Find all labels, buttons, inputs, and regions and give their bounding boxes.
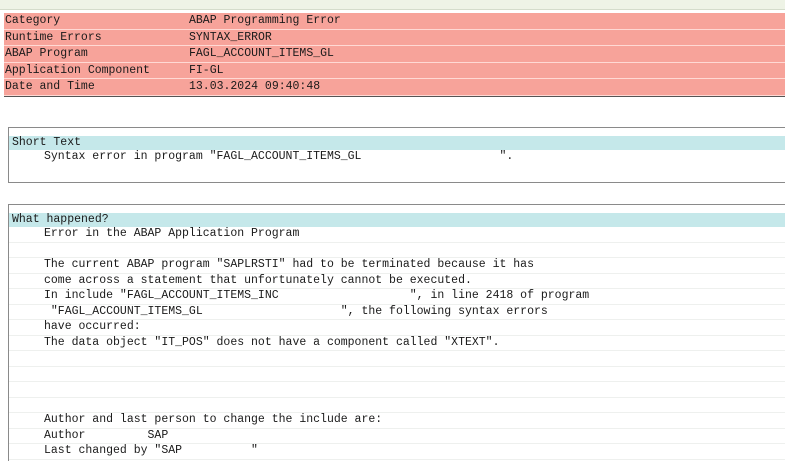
text-line: Error in the ABAP Application Program [9,227,785,243]
text-line: come across a statement that unfortunate… [9,274,785,289]
section-title: What happened? [9,213,785,227]
header-separator [4,96,785,97]
header-value: 13.03.2024 09:40:48 [189,80,321,93]
text-line [9,382,785,398]
header-key: ABAP Program [5,47,88,60]
header-value: SYNTAX_ERROR [189,30,272,44]
what-happened-section: What happened? Error in the ABAP Applica… [8,204,785,461]
short-text-section: Short Text Syntax error in program "FAGL… [8,127,785,183]
header-row-abap-program: ABAP Program FAGL_ACCOUNT_ITEMS_GL [4,46,785,63]
text-line [9,351,785,367]
text-line: The current ABAP program "SAPLRSTI" had … [9,258,785,274]
header-row-application-component: Application Component FI-GL [4,62,785,79]
text-line: In include "FAGL_ACCOUNT_ITEMS_INC ", in… [9,289,785,305]
header-key: Category [5,14,61,27]
text-line: Syntax error in program "FAGL_ACCOUNT_IT… [44,150,514,163]
header-row-category: Category ABAP Programming Error [4,13,785,30]
header-value: FAGL_ACCOUNT_ITEMS_GL [189,47,334,60]
header-row-runtime-errors: Runtime Errors SYNTAX_ERROR [4,29,785,46]
section-title: Short Text [9,136,785,150]
header-row-date-time: Date and Time 13.03.2024 09:40:48 [4,79,785,96]
header-key: Date and Time [5,80,95,93]
text-line [9,243,785,258]
header-value: FI-GL [189,63,224,77]
text-line: Author and last person to change the inc… [9,413,785,429]
text-line: have occurred: [9,320,785,336]
header-key: Runtime Errors [5,30,102,44]
top-strip [0,0,785,10]
header-value: ABAP Programming Error [189,14,341,27]
text-line [9,398,785,413]
text-line: Last changed by "SAP " [9,444,785,460]
text-line: Author SAP [9,429,785,444]
text-line: The data object "IT_POS" does not have a… [9,336,785,351]
text-line [9,367,785,382]
text-line: "FAGL_ACCOUNT_ITEMS_GL ", the following … [9,305,785,320]
error-header: Category ABAP Programming Error Runtime E… [4,13,785,96]
header-key: Application Component [5,63,150,77]
